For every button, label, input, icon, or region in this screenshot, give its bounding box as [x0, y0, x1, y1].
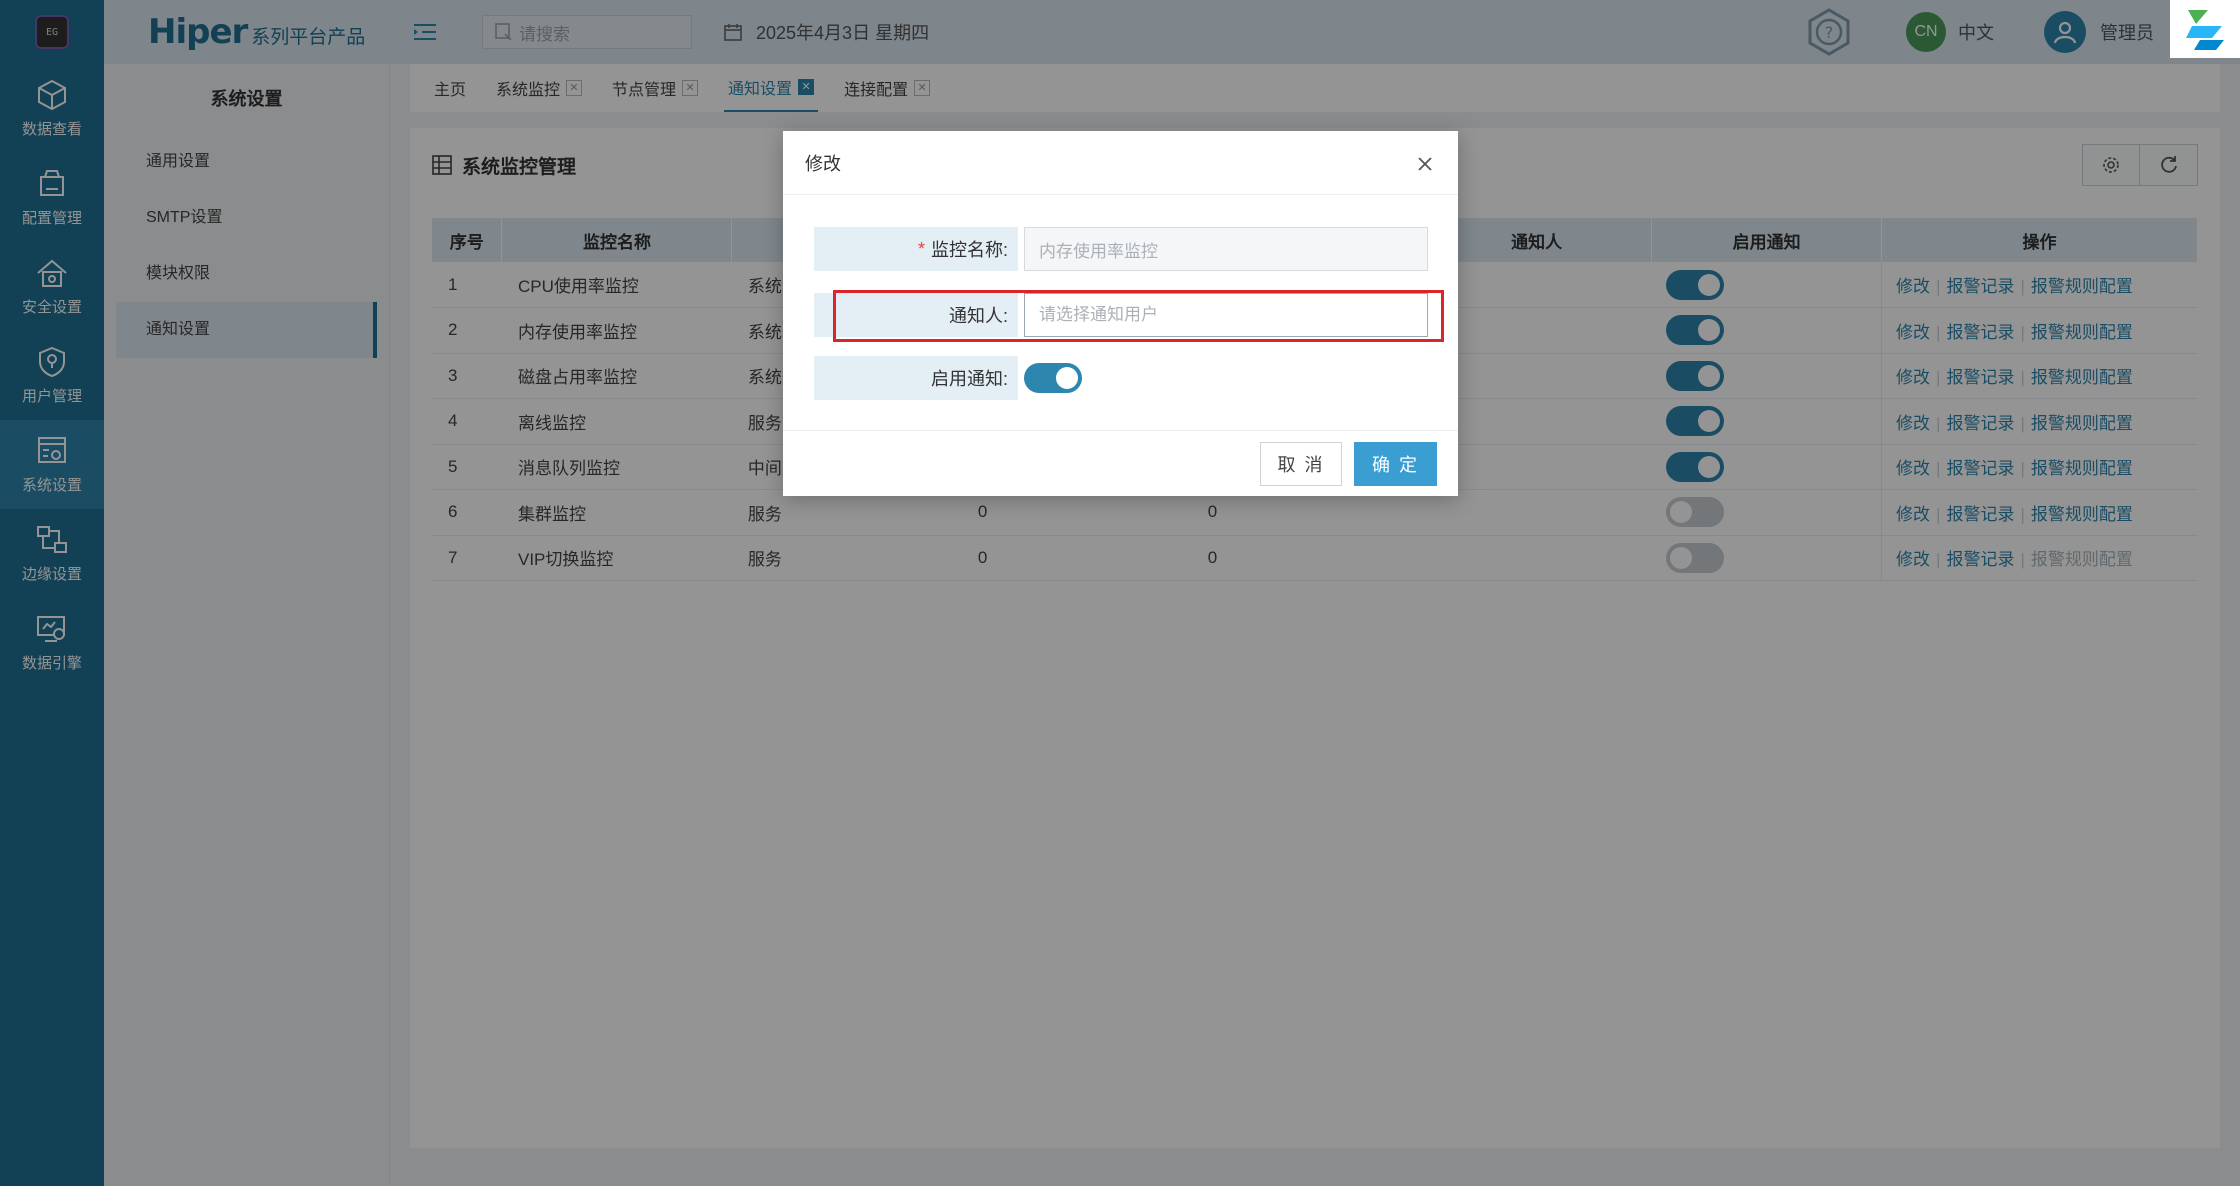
enable-notify-label: 启用通知: — [814, 356, 1018, 400]
dialog-footer: 取 消 确 定 — [783, 430, 1458, 496]
enable-notify-toggle[interactable] — [1024, 363, 1082, 393]
confirm-button[interactable]: 确 定 — [1354, 442, 1437, 486]
notify-user-select[interactable] — [1024, 293, 1428, 337]
close-icon[interactable] — [1414, 153, 1436, 175]
required-mark: * — [917, 238, 925, 259]
monitor-name-label: * 监控名称: — [814, 227, 1018, 271]
edit-dialog: 修改 * 监控名称: 内存使用率监控 通知人: 启用通知: 取 消 确 定 — [783, 131, 1458, 496]
dialog-header: 修改 — [783, 131, 1458, 195]
monitor-name-field: 内存使用率监控 — [1024, 227, 1428, 271]
enable-notify-wrap — [1024, 356, 1082, 400]
monitor-name-value: 内存使用率监控 — [1039, 241, 1158, 261]
corner-app-badge[interactable] — [2170, 0, 2240, 58]
dialog-title: 修改 — [805, 153, 841, 174]
form-row-monitor-name: * 监控名称: 内存使用率监控 — [814, 227, 1428, 271]
notify-user-label: 通知人: — [814, 293, 1018, 337]
app-badge-icon — [2186, 10, 2224, 50]
form-row-enable-notify: 启用通知: — [814, 356, 1428, 400]
notify-user-input[interactable] — [1039, 305, 1427, 325]
cancel-button[interactable]: 取 消 — [1260, 442, 1342, 486]
toggle-knob — [1056, 367, 1078, 389]
notify-user-label-text: 通知人: — [948, 306, 1008, 326]
enable-notify-label-text: 启用通知: — [930, 369, 1008, 389]
form-row-notify-user: 通知人: — [814, 293, 1428, 337]
monitor-name-label-text: 监控名称: — [930, 240, 1008, 260]
